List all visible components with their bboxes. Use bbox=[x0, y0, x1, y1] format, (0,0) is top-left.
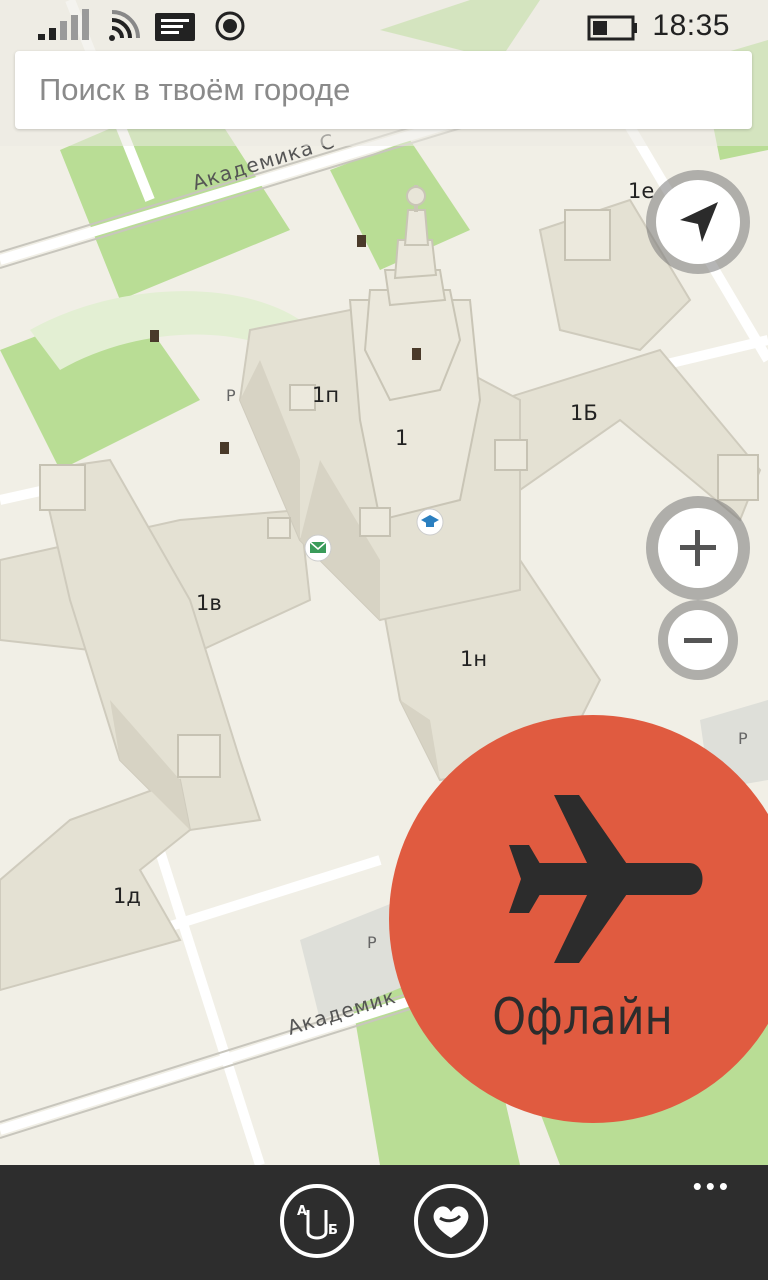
offline-label: Офлайн bbox=[492, 988, 673, 1046]
building-label-1p: 1п bbox=[312, 383, 339, 407]
building-label-1n: 1н bbox=[460, 647, 487, 671]
more-button[interactable]: ••• bbox=[693, 1173, 732, 1199]
heart-icon bbox=[433, 1206, 469, 1238]
airplane-icon bbox=[509, 795, 703, 963]
status-bar: 18:35 bbox=[0, 0, 768, 52]
favorites-button[interactable] bbox=[414, 1184, 488, 1258]
zoom-in-button[interactable] bbox=[646, 496, 750, 600]
location-status-icon bbox=[215, 11, 245, 41]
app-bar: А Б ••• bbox=[0, 1165, 768, 1280]
clock: 18:35 bbox=[652, 9, 730, 42]
offline-mode-button[interactable]: Офлайн bbox=[389, 715, 768, 1123]
search-input[interactable] bbox=[15, 51, 752, 129]
wifi-icon bbox=[109, 10, 140, 41]
signal-strength-icon bbox=[38, 9, 89, 40]
plus-icon bbox=[680, 530, 716, 566]
svg-text:Б: Б bbox=[328, 1223, 338, 1238]
navigation-arrow-icon bbox=[680, 202, 718, 242]
message-icon bbox=[155, 13, 195, 41]
building-label-1: 1 bbox=[395, 426, 408, 450]
mail-icon[interactable] bbox=[304, 534, 332, 562]
battery-icon bbox=[587, 15, 637, 41]
zoom-out-button[interactable] bbox=[658, 600, 738, 680]
building-label-1d: 1д bbox=[113, 884, 141, 908]
route-button[interactable]: А Б bbox=[280, 1184, 354, 1258]
route-icon: А Б bbox=[297, 1204, 338, 1240]
parking-label: P bbox=[226, 386, 236, 405]
building-label-1v: 1в bbox=[196, 591, 222, 615]
svg-text:А: А bbox=[297, 1204, 307, 1219]
graduation-cap-icon[interactable] bbox=[416, 508, 444, 536]
zoom-control bbox=[646, 496, 750, 682]
minus-icon bbox=[684, 638, 712, 643]
building-label-1b: 1Б bbox=[570, 401, 598, 425]
locate-button[interactable] bbox=[646, 170, 750, 274]
parking-label: P bbox=[367, 933, 377, 952]
